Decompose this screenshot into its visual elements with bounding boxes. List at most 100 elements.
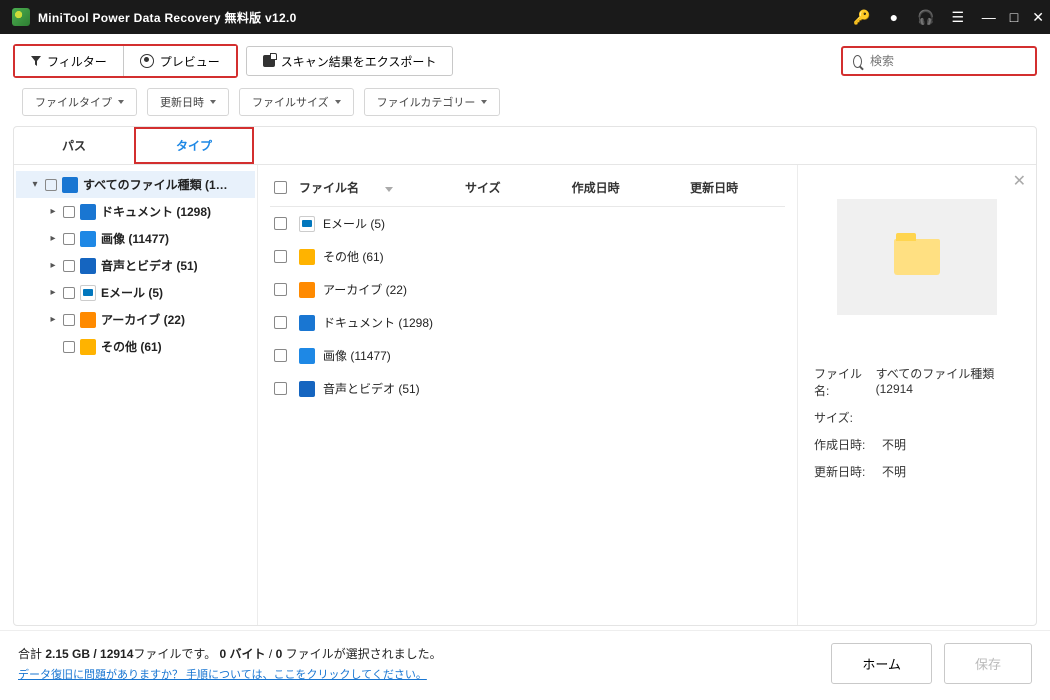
tree-item-label: ドキュメント (1298)	[101, 203, 211, 220]
tree-root-label: すべてのファイル種類 (1…	[83, 176, 228, 193]
img-icon	[80, 231, 96, 247]
list-row-label: その他 (61)	[323, 248, 384, 265]
chip-file-size[interactable]: ファイルサイズ	[239, 88, 354, 116]
checkbox[interactable]	[45, 179, 57, 191]
export-button[interactable]: スキャン結果をエクスポート	[246, 46, 454, 76]
tree-item[interactable]: その他 (61)	[16, 333, 255, 360]
list-header: ファイル名 サイズ 作成日時 更新日時	[270, 165, 785, 207]
footer-help-link[interactable]: データ復旧に問題がありますか？ 手順については、ここをクリックしてください。	[18, 666, 442, 682]
checkbox[interactable]	[274, 316, 287, 329]
chevron-right-icon[interactable]: ▸	[48, 260, 58, 271]
tree-item-label: Eメール (5)	[101, 284, 163, 301]
tree-item[interactable]: ▸ 音声とビデオ (51)	[16, 252, 255, 279]
archive-icon	[80, 312, 96, 328]
list-row[interactable]: 画像 (11477)	[270, 339, 785, 372]
list-row[interactable]: 音声とビデオ (51)	[270, 372, 785, 405]
list-row[interactable]: その他 (61)	[270, 240, 785, 273]
chevron-right-icon[interactable]: ▸	[48, 287, 58, 298]
checkbox[interactable]	[274, 250, 287, 263]
tree-item-label: その他 (61)	[101, 338, 162, 355]
tree-item-label: 音声とビデオ (51)	[101, 257, 198, 274]
view-tabs: パス タイプ	[14, 127, 1036, 165]
detail-name-label: ファイル名:	[814, 365, 876, 399]
checkbox[interactable]	[63, 233, 75, 245]
filter-button[interactable]: フィルター	[15, 46, 124, 76]
chip-file-category[interactable]: ファイルカテゴリー	[364, 88, 501, 116]
close-icon[interactable]: ✕	[1013, 171, 1026, 191]
col-created[interactable]: 作成日時	[572, 179, 691, 196]
tree-root[interactable]: ▾ すべてのファイル種類 (1…	[16, 171, 255, 198]
list-row-label: ドキュメント (1298)	[323, 314, 433, 331]
tree-item[interactable]: ▸ 画像 (11477)	[16, 225, 255, 252]
detail-updated-label: 更新日時:	[814, 463, 882, 480]
home-button[interactable]: ホーム	[831, 643, 932, 684]
filter-icon	[31, 56, 41, 66]
checkbox[interactable]	[63, 287, 75, 299]
detail-created-label: 作成日時:	[814, 436, 882, 453]
checkbox[interactable]	[274, 382, 287, 395]
checkbox[interactable]	[63, 260, 75, 272]
export-icon	[263, 55, 275, 67]
app-logo	[12, 8, 30, 26]
chevron-right-icon[interactable]: ▸	[48, 314, 58, 325]
detail-size-label: サイズ:	[814, 409, 882, 426]
col-size[interactable]: サイズ	[465, 179, 572, 196]
monitor-icon	[62, 177, 78, 193]
app-title: MiniTool Power Data Recovery 無料版 v12.0	[38, 9, 297, 26]
av-icon	[299, 381, 315, 397]
tree-item[interactable]: ▸ ドキュメント (1298)	[16, 198, 255, 225]
chevron-down-icon[interactable]: ▾	[30, 179, 40, 190]
search-input[interactable]	[870, 54, 1025, 68]
checkbox[interactable]	[63, 314, 75, 326]
list-row[interactable]: Eメール (5)	[270, 207, 785, 240]
maximize-button[interactable]: □	[1010, 9, 1018, 26]
checkbox[interactable]	[274, 217, 287, 230]
chevron-down-icon	[118, 100, 124, 104]
export-label: スキャン結果をエクスポート	[281, 53, 437, 70]
other-icon	[299, 249, 315, 265]
menu-icon[interactable]: ☰	[950, 9, 966, 25]
preview-button[interactable]: プレビュー	[124, 46, 236, 76]
av-icon	[80, 258, 96, 274]
tree-item-label: アーカイブ (22)	[101, 311, 185, 328]
checkbox[interactable]	[274, 349, 287, 362]
doc-icon	[80, 204, 96, 220]
tree-item[interactable]: ▸ Eメール (5)	[16, 279, 255, 306]
filter-label: フィルター	[47, 53, 107, 70]
tree-item-label: 画像 (11477)	[101, 230, 169, 247]
checkbox[interactable]	[274, 283, 287, 296]
footer-status: 合計 2.15 GB / 12914ファイルです。 0 バイト / 0 ファイル…	[18, 645, 442, 662]
sort-down-icon	[385, 187, 393, 192]
tab-type[interactable]: タイプ	[134, 127, 254, 164]
tab-path[interactable]: パス	[14, 127, 134, 164]
checkbox[interactable]	[63, 206, 75, 218]
chevron-right-icon[interactable]: ▸	[48, 233, 58, 244]
chevron-down-icon	[335, 100, 341, 104]
save-button[interactable]: 保存	[944, 643, 1032, 684]
list-panel: ファイル名 サイズ 作成日時 更新日時 Eメール (5) その他 (61) アーカイ…	[258, 165, 798, 625]
detail-updated-value: 不明	[882, 463, 906, 480]
list-row[interactable]: アーカイブ (22)	[270, 273, 785, 306]
search-box[interactable]	[841, 46, 1037, 76]
globe-icon[interactable]: ●	[886, 9, 902, 25]
checkbox-all[interactable]	[274, 181, 287, 194]
checkbox[interactable]	[63, 341, 75, 353]
chevron-right-icon[interactable]: ▸	[48, 206, 58, 217]
minimize-button[interactable]: —	[982, 9, 996, 26]
key-icon[interactable]: 🔑	[854, 9, 870, 25]
chip-file-type[interactable]: ファイルタイプ	[22, 88, 137, 116]
col-updated[interactable]: 更新日時	[690, 179, 785, 196]
list-row-label: Eメール (5)	[323, 215, 385, 232]
main-panel: パス タイプ ▾ すべてのファイル種類 (1… ▸ ドキュメント (1298) ▸ 画…	[13, 126, 1037, 626]
close-button[interactable]: ✕	[1032, 9, 1044, 26]
list-row[interactable]: ドキュメント (1298)	[270, 306, 785, 339]
list-row-label: 画像 (11477)	[323, 347, 391, 364]
chevron-down-icon	[481, 100, 487, 104]
headphones-icon[interactable]: 🎧	[918, 9, 934, 25]
chip-update-date[interactable]: 更新日時	[147, 88, 229, 116]
detail-created-value: 不明	[882, 436, 906, 453]
col-filename[interactable]: ファイル名	[299, 179, 465, 196]
email-icon	[299, 216, 315, 232]
filter-chips: ファイルタイプ 更新日時 ファイルサイズ ファイルカテゴリー	[0, 84, 1050, 126]
tree-item[interactable]: ▸ アーカイブ (22)	[16, 306, 255, 333]
